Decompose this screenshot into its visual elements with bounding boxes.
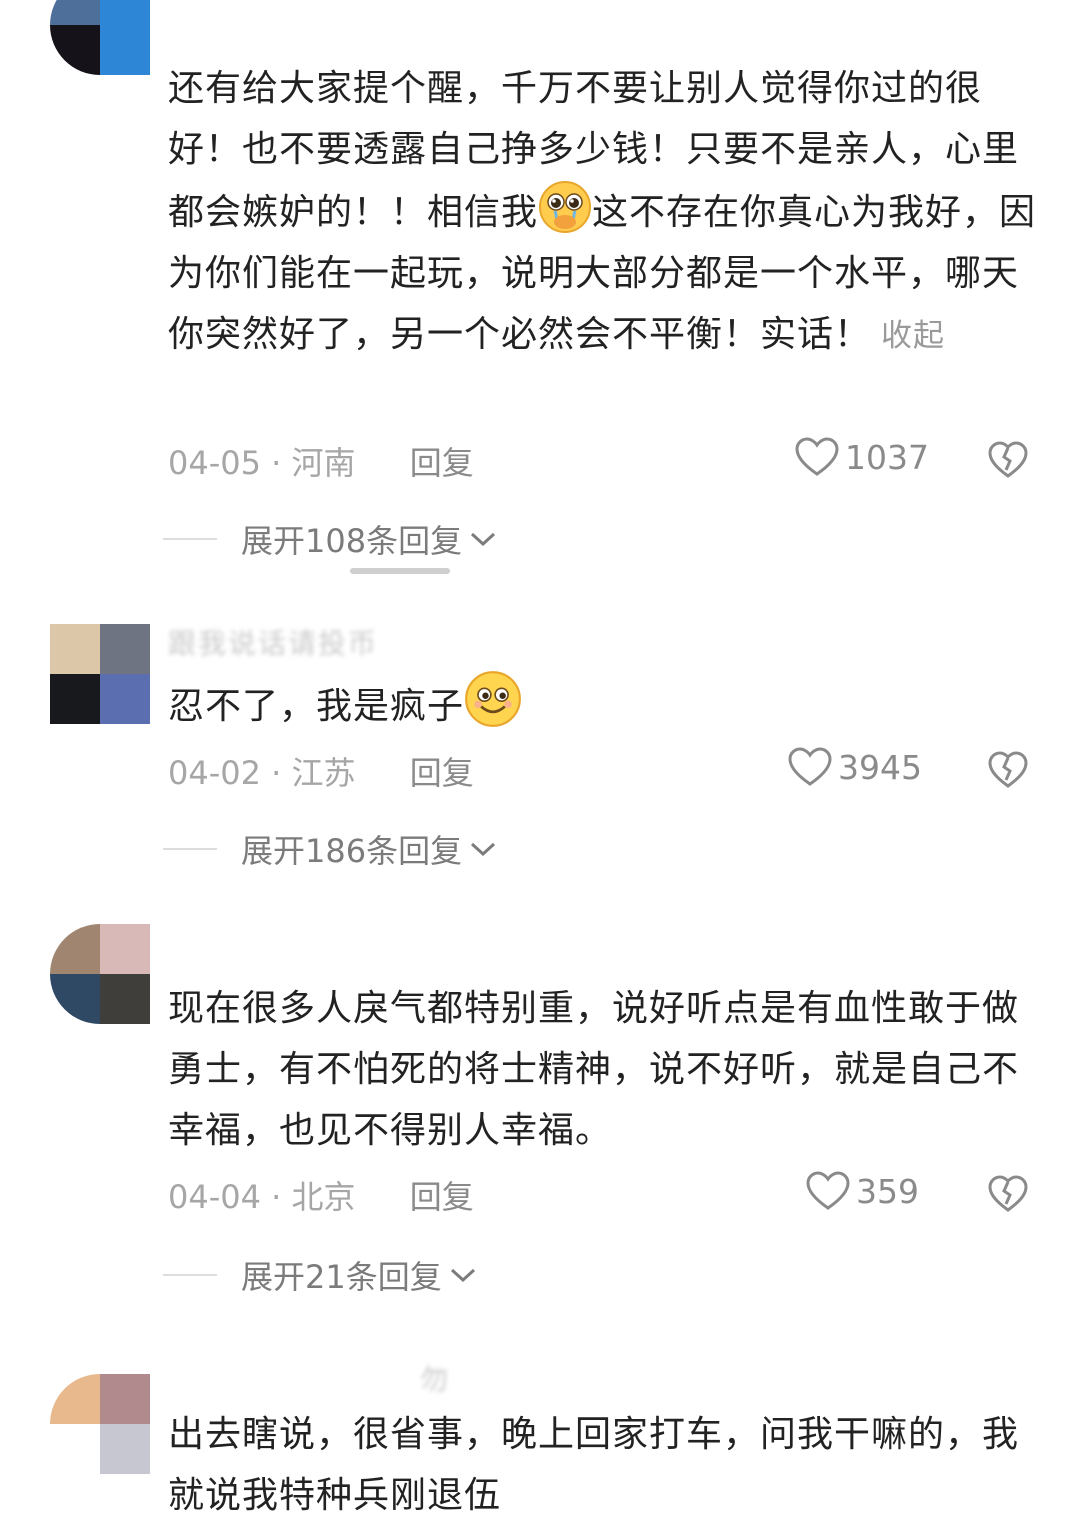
like-button[interactable]: 1037 [795, 437, 929, 477]
avatar-tile [100, 924, 150, 974]
grinning-face-icon [465, 671, 521, 727]
avatar-tile [50, 25, 100, 75]
like-count: 3945 [838, 747, 922, 787]
broken-heart-icon[interactable] [988, 1174, 1028, 1214]
comment-body: 忍不了，我是疯子 [168, 686, 465, 727]
username[interactable]: 跟我说话请投币 [168, 622, 378, 662]
expand-replies-label: 展开108条回复 [241, 522, 463, 560]
avatar-tile [100, 1424, 150, 1474]
reply-button[interactable]: 回复 [410, 754, 474, 792]
avatar-tile [100, 0, 150, 25]
like-count: 359 [856, 1171, 919, 1211]
avatar[interactable] [50, 0, 150, 75]
avatar-tile [50, 1424, 100, 1474]
avatar-tile [100, 974, 150, 1024]
divider-line [163, 1274, 217, 1276]
avatar-tile [50, 974, 100, 1024]
meta-separator: · [271, 754, 292, 792]
comment-meta: 04-05 · 河南 回复 [168, 438, 474, 484]
avatar-tile [100, 624, 150, 674]
chevron-down-icon [471, 842, 496, 857]
avatar[interactable] [50, 1374, 150, 1474]
avatar-tile [50, 924, 100, 974]
expand-replies-button[interactable]: 展开21条回复 [163, 1252, 478, 1298]
comment-text: 出去瞎说，很省事，晚上回家打车，问我干嘛的，我就说我特种兵刚退伍 [168, 1404, 1038, 1526]
expand-replies-label: 展开186条回复 [241, 832, 463, 870]
avatar[interactable] [50, 624, 150, 724]
expand-replies-button[interactable]: 展开186条回复 [163, 826, 498, 872]
like-button[interactable]: 3945 [788, 747, 922, 787]
expand-replies-label: 展开21条回复 [241, 1258, 442, 1296]
comment-text: 现在很多人戾气都特别重，说好听点是有血性敢于做勇士，有不怕死的将士精神，说不好听… [168, 978, 1038, 1161]
broken-heart-icon[interactable] [988, 440, 1028, 480]
expand-replies-button[interactable]: 展开108条回复 [163, 516, 498, 562]
divider-line [163, 538, 217, 540]
comment-meta: 04-02 · 江苏 回复 [168, 748, 474, 794]
avatar-tile [50, 1374, 100, 1424]
comment-region: 河南 [291, 444, 356, 482]
avatar-tile [100, 1374, 150, 1424]
scroll-indicator [350, 568, 450, 574]
comment-body: 现在很多人戾气都特别重，说好听点是有血性敢于做勇士，有不怕死的将士精神，说不好听… [168, 988, 1020, 1151]
avatar-tile [50, 674, 100, 724]
comment-text: 忍不了，我是疯子 [168, 670, 1038, 737]
divider-line [163, 848, 217, 850]
comment-date: 04-05 [168, 444, 261, 482]
meta-separator: · [271, 1178, 292, 1216]
avatar-tile [100, 25, 150, 75]
reply-button[interactable]: 回复 [410, 1178, 474, 1216]
broken-heart-icon[interactable] [988, 750, 1028, 790]
comment-region: 江苏 [291, 754, 356, 792]
avatar[interactable] [50, 924, 150, 1024]
like-button[interactable]: 359 [806, 1171, 919, 1211]
avatar-tile [50, 0, 100, 25]
heart-icon [795, 437, 839, 476]
comment-text: 还有给大家提个醒，千万不要让别人觉得你过的很好！也不要透露自己挣多少钱！只要不是… [168, 58, 1038, 367]
comment-region: 北京 [291, 1178, 356, 1216]
chevron-down-icon [471, 532, 496, 547]
meta-separator: · [271, 444, 292, 482]
comment-body: 出去瞎说，很省事，晚上回家打车，问我干嘛的，我就说我特种兵刚退伍 [168, 1414, 1020, 1516]
comment-meta: 04-04 · 北京 回复 [168, 1172, 474, 1218]
chevron-down-icon [450, 1268, 475, 1283]
avatar-tile [100, 674, 150, 724]
comment-date: 04-02 [168, 754, 261, 792]
pleading-face-icon [539, 181, 592, 233]
username[interactable]: 勿 [420, 1358, 450, 1398]
heart-icon [788, 747, 832, 786]
comment-date: 04-04 [168, 1178, 261, 1216]
collapse-button[interactable]: 收起 [881, 318, 945, 354]
reply-button[interactable]: 回复 [410, 444, 474, 482]
heart-icon [806, 1171, 850, 1210]
avatar-tile [50, 624, 100, 674]
like-count: 1037 [845, 437, 929, 477]
